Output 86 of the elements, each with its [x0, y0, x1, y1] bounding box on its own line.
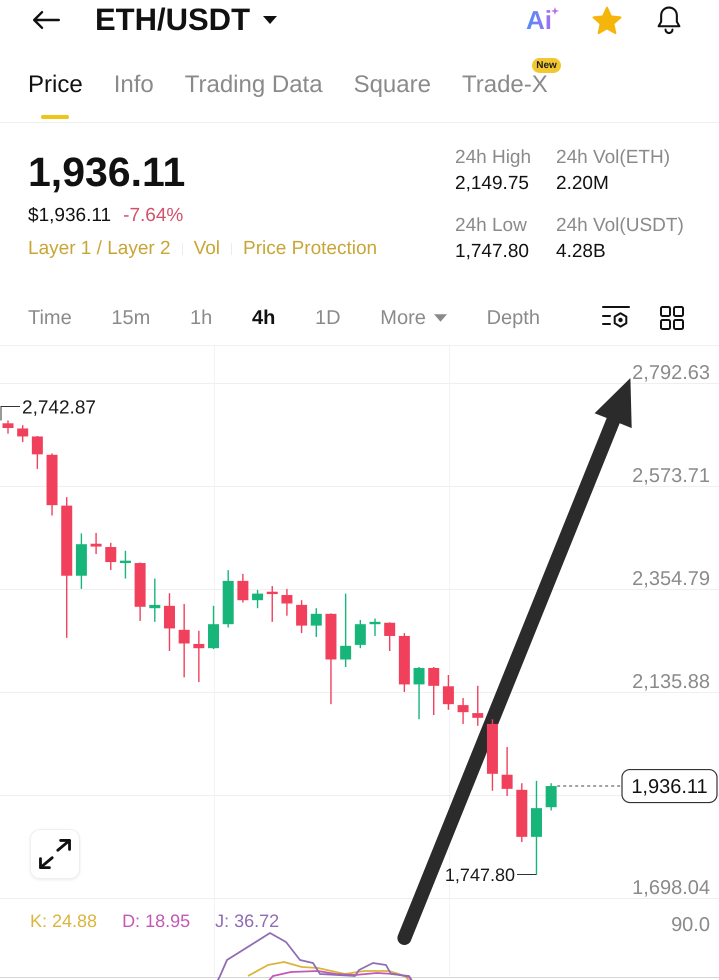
candlestick [90, 532, 102, 554]
axis-label: 2,135.88 [632, 671, 710, 693]
candlestick [32, 436, 43, 469]
candlestick [222, 570, 234, 628]
last-price: 1,936.11 [28, 152, 186, 193]
settings-icon[interactable] [602, 305, 630, 330]
grid-icon[interactable] [660, 306, 684, 330]
stat-label: 24h Vol(ETH) [556, 146, 672, 170]
candlestick [486, 719, 498, 791]
stat-value: 4.28B [556, 240, 607, 264]
pair-title[interactable]: ETH/USDT [95, 0, 250, 40]
leader-line [0, 406, 20, 421]
candlestick [516, 783, 528, 842]
price-marker-label: 2,742.87 [22, 398, 96, 418]
back-arrow-icon[interactable] [32, 10, 60, 30]
stat-value: 1,747.80 [455, 240, 530, 264]
candlestick [193, 630, 204, 682]
candlestick [120, 550, 131, 579]
stat-label: 24h High [455, 146, 532, 170]
indicator-value: D: 18.95 [122, 910, 190, 932]
candlestick [370, 618, 380, 636]
price-guide-line [556, 786, 622, 787]
stat-value: 2.20M [556, 172, 610, 196]
candlestick [281, 588, 292, 616]
candlestick [398, 633, 410, 692]
candlestick [472, 686, 484, 726]
candlestick [105, 542, 116, 570]
candlestick [17, 425, 28, 442]
candlestick [546, 783, 557, 810]
sparkle-icon [551, 7, 559, 15]
candlestick [252, 590, 264, 608]
price-change: -7.64% [123, 204, 184, 228]
candlestick [134, 562, 146, 621]
tag-link[interactable]: Layer 1 / Layer 2 [28, 237, 171, 261]
caret-icon[interactable] [263, 16, 277, 24]
candlestick [2, 420, 14, 434]
new-badge: New [532, 58, 561, 73]
candlestick [46, 453, 58, 516]
candlestick [354, 620, 366, 648]
tab[interactable]: Square [354, 70, 431, 119]
caret-icon [434, 314, 447, 322]
expand-icon [38, 839, 72, 869]
candlestick [442, 675, 454, 710]
interval-tab[interactable]: 4h [252, 304, 276, 330]
interval-tab[interactable]: 15m [111, 304, 150, 330]
current-price-tag: 1,936.11 [621, 768, 718, 804]
tab[interactable]: Info [114, 70, 154, 119]
candlestick [164, 593, 175, 651]
tag-link[interactable]: Vol [194, 237, 220, 261]
star-icon[interactable] [592, 6, 622, 34]
interval-tab[interactable]: Time [28, 304, 72, 330]
axis-label: 1,698.04 [632, 877, 710, 899]
candlestick [310, 608, 322, 637]
expand-button[interactable] [30, 829, 80, 879]
candlestick [458, 698, 469, 724]
indicator-value: J: 36.72 [215, 910, 280, 932]
dropdown-button[interactable]: More [380, 304, 447, 330]
candlestick [208, 606, 220, 650]
candlestick [266, 586, 278, 622]
axis-label: 2,573.71 [632, 465, 710, 487]
stat-label: 24h Low [455, 214, 528, 238]
candlestick [384, 622, 396, 651]
axis-label: 90.0 [671, 914, 710, 936]
usd-price: $1,936.11 [28, 204, 112, 228]
tab[interactable]: Price [28, 70, 83, 119]
candlestick [502, 747, 513, 796]
tab[interactable]: Trade-X [462, 70, 548, 119]
candlestick [237, 574, 248, 603]
stat-value: 2,149.75 [455, 172, 530, 196]
indicator-value: K: 24.88 [30, 910, 98, 932]
interval-tab[interactable]: Depth [486, 304, 540, 330]
interval-tab[interactable]: 1h [190, 304, 212, 330]
leader-line [516, 874, 537, 875]
tag-link[interactable]: Price Protection [243, 237, 378, 261]
stat-label: 24h Vol(USDT) [556, 214, 685, 238]
candlestick [296, 600, 308, 634]
candlestick [149, 578, 160, 622]
axis-label: 2,792.63 [632, 362, 710, 384]
candlestick [428, 667, 440, 715]
interval-tab[interactable]: 1D [315, 304, 341, 330]
candlestick [414, 667, 425, 720]
candlestick [76, 533, 87, 589]
axis-label: 2,354.79 [632, 568, 710, 590]
tab[interactable]: Trading Data [184, 70, 323, 119]
price-marker-label: 1,747.80 [444, 865, 515, 885]
bell-icon[interactable] [655, 5, 683, 35]
